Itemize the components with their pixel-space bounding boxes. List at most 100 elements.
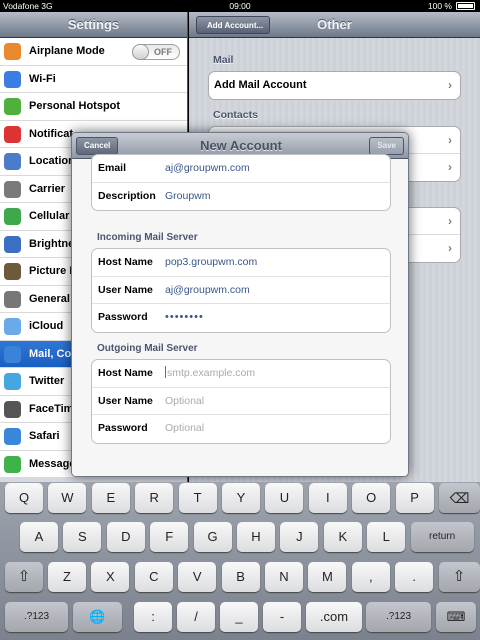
messages-icon	[4, 455, 21, 473]
key-u[interactable]: U	[265, 483, 304, 513]
key-d[interactable]: D	[106, 522, 145, 552]
incoming-host-field[interactable]: pop3.groupwm.com	[165, 249, 257, 276]
key-i[interactable]: I	[308, 483, 347, 513]
incoming-host-label: Host Name	[98, 256, 153, 268]
chevron-right-icon: ›	[448, 241, 452, 255]
email-row[interactable]: Email aj@groupwm.com	[92, 155, 390, 183]
key-row3-5[interactable]: N	[265, 562, 303, 592]
description-label: Description	[98, 189, 156, 202]
key-e[interactable]: E	[91, 483, 130, 513]
settings-item-label: FaceTim	[29, 402, 74, 415]
numbers-left-key[interactable]: .?123	[5, 602, 68, 632]
key-o[interactable]: O	[352, 483, 391, 513]
settings-title: Settings	[0, 12, 187, 38]
settings-item-label: Wi-Fi	[29, 72, 56, 85]
settings-item-label: General	[29, 292, 70, 305]
shift-right-key[interactable]: ⇧	[438, 562, 480, 592]
key-row3-7[interactable]: ,	[351, 562, 390, 592]
detail-title: Other	[317, 17, 352, 32]
settings-item-0[interactable]: Airplane Mode OFF	[0, 38, 187, 66]
key-p[interactable]: P	[395, 483, 434, 513]
key-row4-3[interactable]: -	[263, 602, 301, 632]
key-row3-0[interactable]: Z	[48, 562, 86, 592]
settings-item-label: iCloud	[29, 320, 64, 332]
incoming-user-field[interactable]: aj@groupwm.com	[165, 277, 250, 304]
settings-item-1[interactable]: Wi-Fi	[0, 66, 187, 93]
chevron-right-icon: ›	[448, 160, 452, 174]
facetime-icon	[4, 400, 21, 418]
add-mail-account-row[interactable]: Add Mail Account ›	[209, 72, 460, 99]
chevron-right-icon: ›	[448, 78, 452, 92]
hide-keyboard-key[interactable]: ⌨	[436, 602, 476, 632]
settings-item-2[interactable]: Personal Hotspot	[0, 93, 187, 121]
key-a[interactable]: A	[20, 522, 58, 552]
carrier-icon	[4, 180, 21, 198]
incoming-password-row[interactable]: Password ••••••••	[92, 304, 390, 332]
battery-icon	[456, 2, 475, 10]
picture-frame-icon	[4, 263, 21, 280]
globe-key[interactable]: 🌐	[73, 602, 122, 632]
key-row3-4[interactable]: B	[221, 562, 260, 592]
settings-item-label: Safari	[29, 430, 60, 442]
key-k[interactable]: K	[323, 522, 362, 552]
key-row3-8[interactable]: .	[395, 562, 434, 592]
save-button[interactable]: Save	[369, 137, 404, 155]
key-row3-3[interactable]: V	[178, 562, 217, 592]
email-label: Email	[98, 162, 127, 174]
airplane-mode-toggle[interactable]: OFF	[132, 44, 180, 60]
key-q[interactable]: Q	[5, 483, 43, 513]
outgoing-user-row[interactable]: User Name Optional	[92, 388, 390, 415]
key-row4-0[interactable]: :	[134, 602, 172, 632]
shift-left-key[interactable]: ⇧	[5, 562, 43, 592]
description-row[interactable]: Description Groupwm	[92, 183, 390, 211]
new-account-dialog: Cancel New Account Save Email aj@groupwm…	[71, 132, 409, 477]
incoming-password-field[interactable]: ••••••••	[165, 304, 204, 331]
on-screen-keyboard: Q W E R T Y U I O P ⌫ A S D F G H J K Lreturn ⇧ Z X C V B N M,. ⇧ .?1…	[0, 482, 480, 640]
outgoing-host-row[interactable]: Host Name smtp.example.com	[92, 360, 390, 388]
key-row3-2[interactable]: C	[134, 562, 173, 592]
outgoing-user-field[interactable]: Optional	[165, 388, 204, 415]
key-j[interactable]: J	[280, 522, 319, 552]
settings-item-label: Notificat	[29, 127, 73, 140]
mail-icon	[4, 345, 21, 363]
return-key[interactable]: return	[410, 522, 474, 552]
key-y[interactable]: Y	[222, 483, 260, 513]
key-t[interactable]: T	[178, 483, 217, 513]
incoming-server-group: Host Name pop3.groupwm.com User Name aj@…	[91, 248, 391, 333]
key-r[interactable]: R	[135, 483, 174, 513]
airplane-icon	[4, 43, 21, 60]
gear-icon	[4, 290, 21, 308]
location-icon	[4, 153, 21, 170]
battery-percent: 100 %	[427, 1, 452, 11]
toggle-state-label: OFF	[154, 47, 172, 57]
numbers-right-key[interactable]: .?123	[366, 602, 431, 632]
mail-group: Add Mail Account ›	[208, 71, 461, 100]
incoming-host-row[interactable]: Host Name pop3.groupwm.com	[92, 249, 390, 277]
text-cursor	[165, 366, 166, 378]
hotspot-icon	[4, 98, 21, 115]
key-row4-2[interactable]: _	[220, 602, 258, 632]
outgoing-host-placeholder: smtp.example.com	[167, 367, 256, 379]
key-row4-1[interactable]: /	[177, 602, 215, 632]
outgoing-password-row[interactable]: Password Optional	[92, 415, 390, 443]
key-row4-4[interactable]: .com	[306, 602, 362, 632]
settings-item-label: Cellular	[29, 210, 70, 222]
key-g[interactable]: G	[193, 522, 232, 552]
outgoing-host-field[interactable]: smtp.example.com	[165, 360, 255, 387]
add-mail-account-label: Add Mail Account	[214, 79, 307, 91]
outgoing-password-field[interactable]: Optional	[165, 415, 204, 442]
key-s[interactable]: S	[63, 522, 102, 552]
key-row3-6[interactable]: M	[308, 562, 347, 592]
clock: 09:00	[229, 1, 251, 11]
incoming-user-row[interactable]: User Name aj@groupwm.com	[92, 277, 390, 304]
key-w[interactable]: W	[48, 483, 87, 513]
key-h[interactable]: H	[237, 522, 275, 552]
key-row3-1[interactable]: X	[91, 562, 130, 592]
email-field[interactable]: aj@groupwm.com	[165, 155, 250, 182]
toggle-knob	[132, 44, 149, 60]
description-field[interactable]: Groupwm	[165, 183, 211, 210]
key-f[interactable]: F	[150, 522, 189, 552]
key-l[interactable]: L	[367, 522, 406, 552]
settings-item-label: Brightne	[29, 237, 75, 250]
backspace-key[interactable]: ⌫	[439, 483, 480, 513]
